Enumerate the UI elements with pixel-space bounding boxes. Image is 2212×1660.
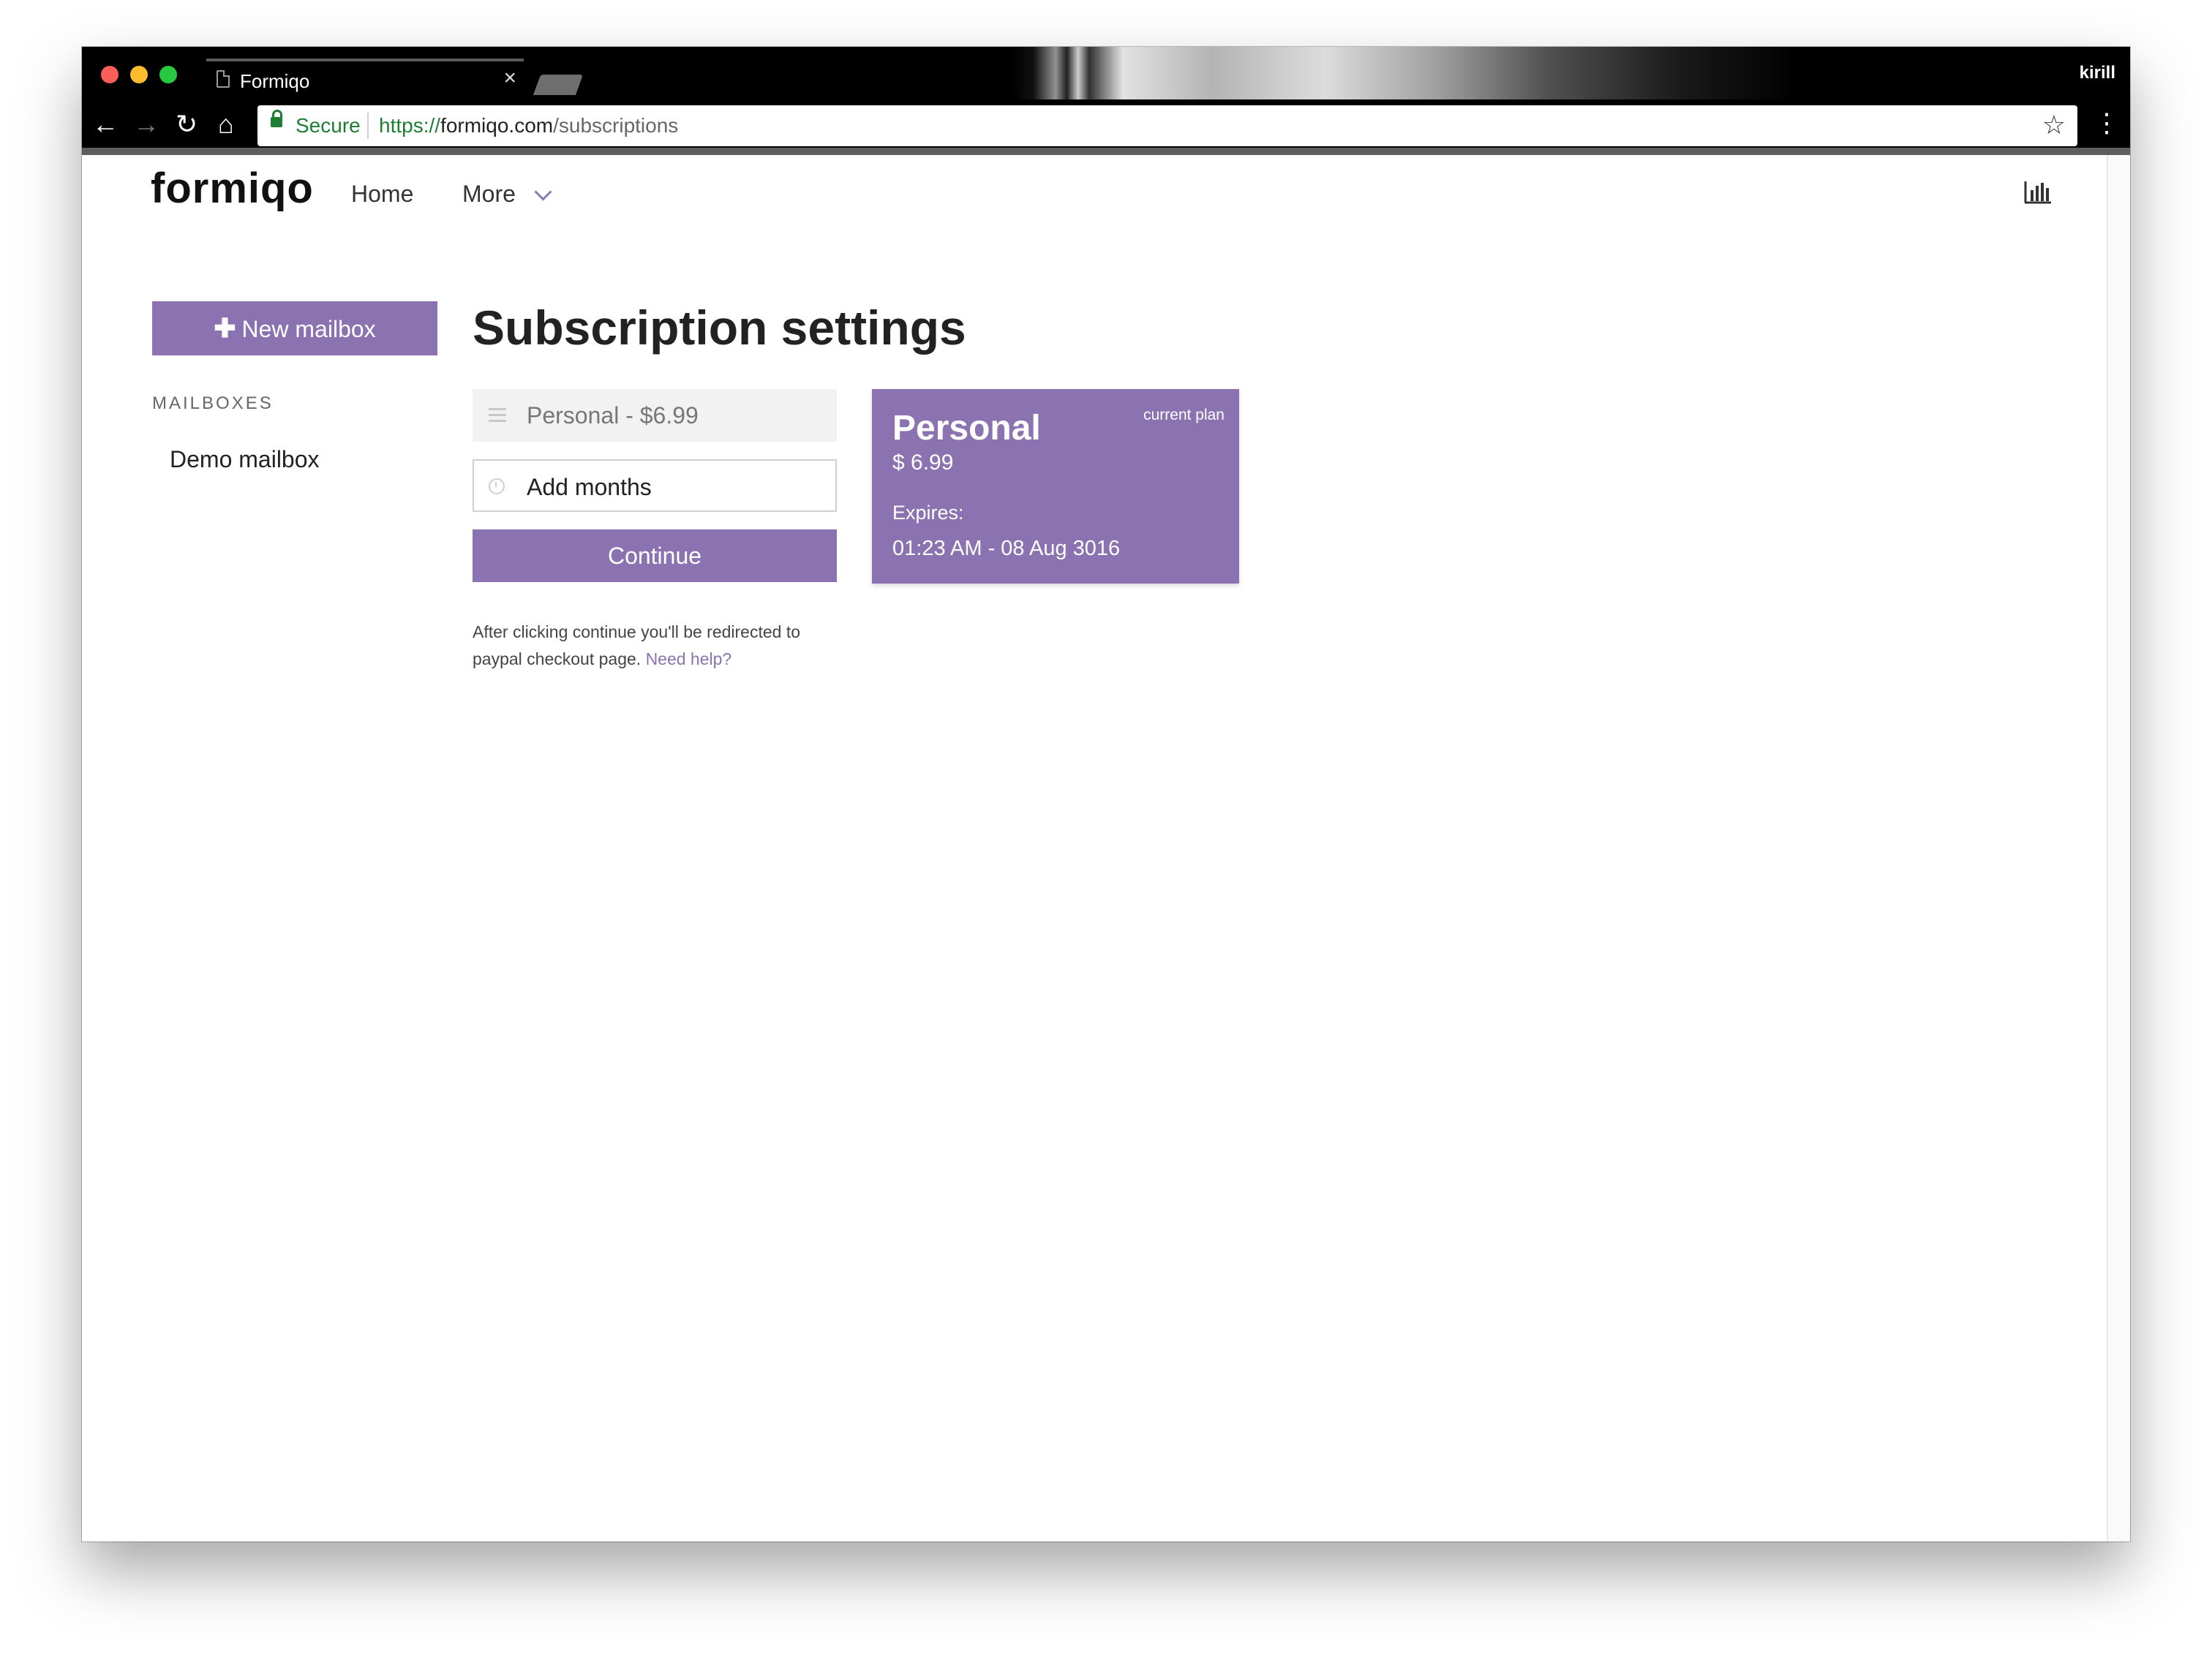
- lock-icon: [271, 110, 282, 127]
- mailboxes-section-label: MAILBOXES: [152, 393, 274, 413]
- plan-select[interactable]: Personal - $6.99: [473, 389, 837, 442]
- tab-title: Formiqo: [240, 70, 310, 92]
- url-host: formiqo.com: [440, 114, 554, 137]
- help-text: After clicking continue you'll be redire…: [473, 619, 853, 673]
- toolbar-divider: [82, 148, 2130, 155]
- plan-price: $ 6.99: [892, 450, 954, 475]
- bookmark-star-icon[interactable]: ☆: [2042, 110, 2066, 140]
- new-mailbox-button[interactable]: ✚ New mailbox: [152, 301, 437, 355]
- back-arrow-icon[interactable]: ←: [92, 110, 118, 139]
- document-icon: [217, 70, 230, 88]
- new-mailbox-label: New mailbox: [241, 316, 376, 342]
- chevron-down-icon[interactable]: [534, 183, 552, 201]
- profile-name[interactable]: kirill: [2080, 63, 2115, 83]
- browser-menu-icon[interactable]: ⋮: [2094, 108, 2120, 137]
- clock-icon: [489, 478, 505, 494]
- nav-home-link[interactable]: Home: [351, 181, 413, 208]
- browser-window: Formiqo × kirill ← → ↻ ⌂ Secure https://…: [82, 47, 2130, 1542]
- continue-button[interactable]: Continue: [473, 529, 837, 582]
- address-separator: [367, 113, 369, 139]
- titlebar-background-image: [1011, 47, 2130, 99]
- bar-chart-icon[interactable]: [2023, 180, 2053, 205]
- new-tab-button[interactable]: [533, 75, 584, 95]
- current-plan-badge: current plan: [1143, 407, 1224, 423]
- page-scrollbar[interactable]: [2107, 155, 2130, 1542]
- page-title: Subscription settings: [473, 301, 966, 355]
- minimize-window-button[interactable]: [130, 66, 148, 83]
- expires-label: Expires:: [892, 502, 964, 524]
- reload-icon[interactable]: ↻: [176, 110, 198, 139]
- add-months-placeholder: Add months: [527, 474, 652, 500]
- plan-select-value: Personal - $6.99: [527, 402, 699, 429]
- need-help-link[interactable]: Need help?: [646, 649, 732, 668]
- close-window-button[interactable]: [101, 66, 118, 83]
- address-bar[interactable]: Secure https://formiqo.com/subscriptions…: [257, 105, 2077, 146]
- mailbox-item[interactable]: Demo mailbox: [170, 446, 320, 473]
- secure-label: Secure: [296, 114, 361, 137]
- help-text-body: After clicking continue you'll be redire…: [473, 622, 801, 668]
- browser-titlebar: Formiqo × kirill: [82, 47, 2130, 99]
- add-months-input[interactable]: Add months: [473, 459, 837, 512]
- home-icon[interactable]: ⌂: [218, 110, 234, 139]
- forward-arrow-icon[interactable]: →: [133, 110, 159, 139]
- menu-lines-icon: [489, 408, 506, 410]
- current-plan-card: Personal current plan $ 6.99 Expires: 01…: [872, 389, 1239, 584]
- browser-toolbar: ← → ↻ ⌂ Secure https://formiqo.com/subsc…: [82, 99, 2130, 154]
- browser-tab[interactable]: Formiqo ×: [206, 59, 524, 99]
- nav-more-link[interactable]: More: [462, 181, 516, 208]
- plan-name: Personal: [892, 409, 1041, 448]
- url-path: /subscriptions: [553, 114, 679, 137]
- site-logo[interactable]: formiqo: [151, 164, 314, 213]
- url-text[interactable]: https://formiqo.com/subscriptions: [379, 114, 678, 137]
- url-scheme: https://: [379, 114, 441, 137]
- plus-icon: ✚: [214, 313, 236, 343]
- maximize-window-button[interactable]: [159, 66, 177, 83]
- tab-close-icon[interactable]: ×: [503, 66, 516, 91]
- expires-value: 01:23 AM - 08 Aug 3016: [892, 537, 1121, 560]
